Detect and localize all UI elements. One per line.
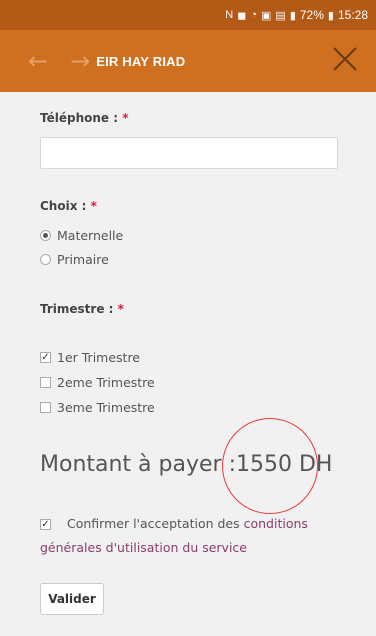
radio-maternelle[interactable]: Maternelle [40, 228, 123, 243]
required-marker: * [122, 111, 129, 125]
trimestre-label-text: Trimestre : [40, 302, 114, 316]
amount-label: Montant à payer : [40, 452, 236, 477]
checkbox[interactable] [40, 377, 51, 388]
checkbox-3eme-trimestre[interactable]: 3eme Trimestre [40, 400, 155, 415]
radio-label: Primaire [57, 252, 109, 267]
checkbox-label: 1er Trimestre [57, 350, 141, 365]
arrow-left-icon[interactable]: ← [28, 49, 48, 73]
battery-icon: ▮ [327, 9, 334, 22]
trimestre-label: Trimestre : * [40, 302, 124, 316]
radio-primaire[interactable]: Primaire [40, 252, 109, 267]
choix-label-text: Choix : [40, 199, 87, 213]
telephone-label: Téléphone : * [40, 111, 129, 125]
checkbox-2eme-trimestre[interactable]: 2eme Trimestre [40, 375, 155, 390]
radio-button[interactable] [40, 254, 51, 265]
checkbox[interactable]: ✓ [40, 352, 51, 363]
checkbox-label: 3eme Trimestre [57, 400, 155, 415]
checkbox-1er-trimestre[interactable]: ✓ 1er Trimestre [40, 350, 140, 365]
arrow-right-icon[interactable]: → [70, 49, 90, 73]
highlight-circle [222, 418, 318, 514]
data-icon: ▣ [261, 9, 272, 22]
terms-confirm[interactable]: ✓ Confirmer l'acceptation des conditions … [40, 512, 340, 560]
nfc-icon: N [225, 9, 234, 21]
checkbox-label: 2eme Trimestre [57, 375, 155, 390]
status-bar: N ◼ ◔ ▣ ▤ ▮ 72% ▮ 15:28 [0, 0, 376, 30]
choix-label: Choix : * [40, 199, 97, 213]
checkbox[interactable] [40, 402, 51, 413]
signal-icon: ▮ [289, 9, 296, 22]
terms-checkbox[interactable]: ✓ [40, 519, 51, 530]
wifi-icon: ◔ [250, 9, 257, 21]
radio-label: Maternelle [57, 228, 124, 243]
image-icon: ▤ [275, 9, 286, 22]
radio-button[interactable] [40, 230, 51, 241]
telephone-input[interactable] [40, 137, 338, 169]
mute-icon: ◼ [237, 9, 247, 22]
battery-level: 72% [299, 8, 324, 22]
required-marker: * [90, 199, 97, 213]
clock: 15:28 [337, 8, 368, 22]
valider-button[interactable]: Valider [40, 583, 104, 615]
app-bar: ← → EIR HAY RIAD [0, 30, 376, 92]
telephone-label-text: Téléphone : [40, 111, 119, 125]
terms-text: Confirmer l'acceptation des [67, 516, 244, 531]
close-icon[interactable] [328, 42, 362, 76]
page-title: EIR HAY RIAD [96, 53, 186, 69]
required-marker: * [117, 302, 124, 316]
